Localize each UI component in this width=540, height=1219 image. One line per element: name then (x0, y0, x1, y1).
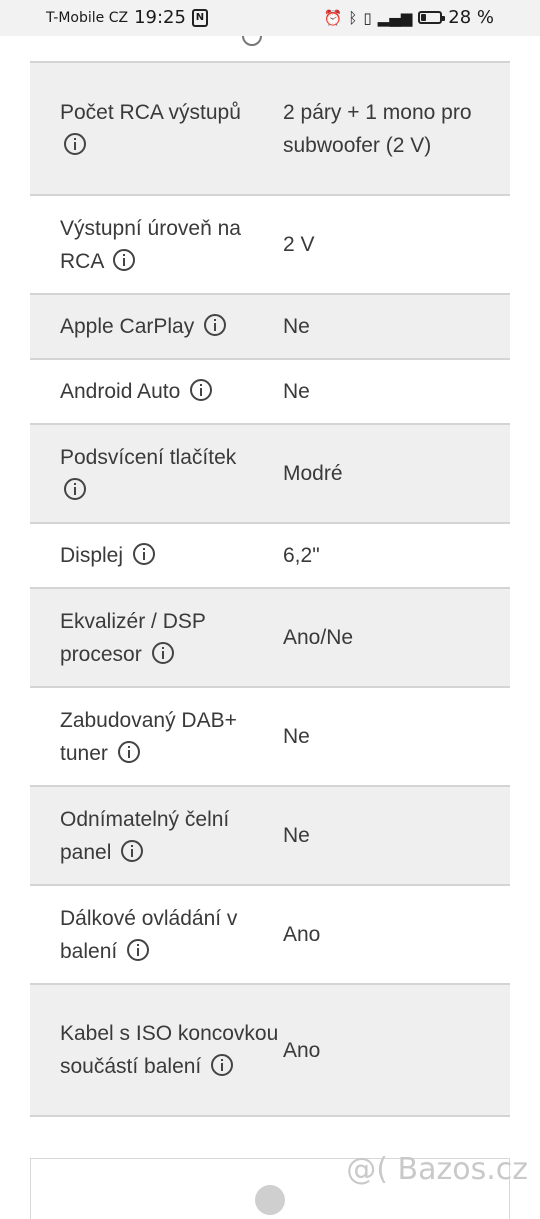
spec-label-text: Ekvalizér / DSP procesor (60, 609, 206, 666)
spec-row: Displej 6,2" (30, 524, 510, 589)
spec-value: Ne (283, 380, 310, 403)
spec-row: Android Auto Ne (30, 360, 510, 425)
spec-label-text: Android Auto (60, 380, 181, 403)
spec-row: Zabudovaný DAB+ tuner Ne (30, 688, 510, 787)
spec-value: Ano/Ne (283, 626, 354, 649)
spec-value: Ne (283, 315, 310, 338)
spec-value: Ne (283, 725, 310, 748)
info-icon[interactable] (132, 543, 155, 565)
spec-label-text: Kabel s ISO koncovkou součástí balení (60, 1022, 279, 1078)
spec-label: Odnímatelný čelní panel (30, 803, 283, 869)
info-icon[interactable] (121, 839, 144, 862)
spec-label-text: Apple CarPlay (60, 315, 195, 338)
spec-value: 2 V (283, 233, 315, 256)
spec-value: Ano (283, 923, 321, 946)
carrier-name: T-Mobile CZ (46, 9, 129, 26)
info-icon[interactable] (190, 379, 213, 401)
spec-value: Modré (283, 462, 343, 485)
bluetooth-icon: ᛒ (348, 8, 358, 27)
spec-label: Apple CarPlay (30, 310, 283, 343)
spec-row: Dálkové ovládání v balení Ano (30, 886, 510, 985)
spec-row: Podsvícení tlačítek Modré (30, 425, 510, 524)
info-icon[interactable] (64, 132, 86, 155)
spec-row: Výstupní úroveň na RCA 2 V (30, 196, 510, 295)
spec-value: Ne (283, 824, 310, 847)
spec-label-text: Displej (60, 544, 124, 567)
spec-label: Výstupní úroveň na RCA (30, 212, 283, 278)
spec-label: Počet RCA výstupů (30, 96, 283, 162)
info-icon (242, 36, 262, 46)
status-right: ⏰ ᛒ ▯ ▂▄▆ 28 % (324, 7, 494, 28)
spec-label: Ekvalizér / DSP procesor (30, 605, 283, 671)
spec-row: Kabel s ISO koncovkou součástí balení An… (30, 985, 510, 1117)
avatar (255, 1185, 285, 1215)
info-icon[interactable] (113, 248, 136, 271)
previous-row-cut (30, 36, 510, 62)
spec-label: Dálkové ovládání v balení (30, 902, 283, 968)
info-icon[interactable] (204, 314, 227, 336)
spec-row: Ekvalizér / DSP procesor Ano/Ne (30, 589, 510, 688)
status-bar: T-Mobile CZ 19:25 N ⏰ ᛒ ▯ ▂▄▆ 28 % (0, 0, 540, 36)
spec-label-text: Výstupní úroveň na RCA (60, 216, 241, 273)
spec-label: Displej (30, 539, 283, 572)
spec-label-text: Dálkové ovládání v balení (60, 906, 238, 963)
battery-icon (418, 11, 446, 24)
lte-signal-icon: ▂▄▆ (377, 8, 413, 27)
spec-table: Počet RCA výstupů 2 páry + 1 mono pro su… (30, 61, 510, 1117)
nfc-icon: N (191, 8, 208, 27)
info-icon[interactable] (117, 740, 140, 763)
battery-fill (421, 14, 427, 21)
spec-label-text: Počet RCA výstupů (60, 100, 241, 124)
vibrate-icon: ▯ (363, 8, 372, 27)
spec-label-text: Podsvícení tlačítek (60, 445, 237, 469)
spec-row: Odnímatelný čelní panel Ne (30, 787, 510, 886)
battery-percent: 28 % (448, 7, 494, 28)
info-icon[interactable] (127, 938, 150, 961)
spec-row: Apple CarPlay Ne (30, 295, 510, 360)
alarm-icon: ⏰ (323, 8, 343, 27)
spec-label: Kabel s ISO koncovkou součástí balení (30, 1017, 283, 1083)
status-left: T-Mobile CZ 19:25 N (46, 7, 208, 28)
spec-value: Ano (283, 1038, 321, 1062)
spec-label-text: Odnímatelný čelní panel (60, 807, 230, 864)
spec-label: Podsvícení tlačítek (30, 441, 283, 507)
bazos-watermark: @( Bazos.cz (346, 1152, 528, 1187)
spec-value: 2 páry + 1 mono pro subwoofer (2 V) (283, 100, 472, 157)
spec-row: Počet RCA výstupů 2 páry + 1 mono pro su… (30, 63, 510, 196)
info-icon[interactable] (211, 1054, 234, 1076)
info-icon[interactable] (151, 641, 174, 664)
spec-label: Android Auto (30, 375, 283, 408)
spec-value: 6,2" (283, 544, 320, 567)
spec-label-text: Zabudovaný DAB+ tuner (60, 708, 237, 765)
info-icon[interactable] (64, 477, 86, 500)
clock: 19:25 (134, 7, 186, 28)
spec-label: Zabudovaný DAB+ tuner (30, 704, 283, 770)
